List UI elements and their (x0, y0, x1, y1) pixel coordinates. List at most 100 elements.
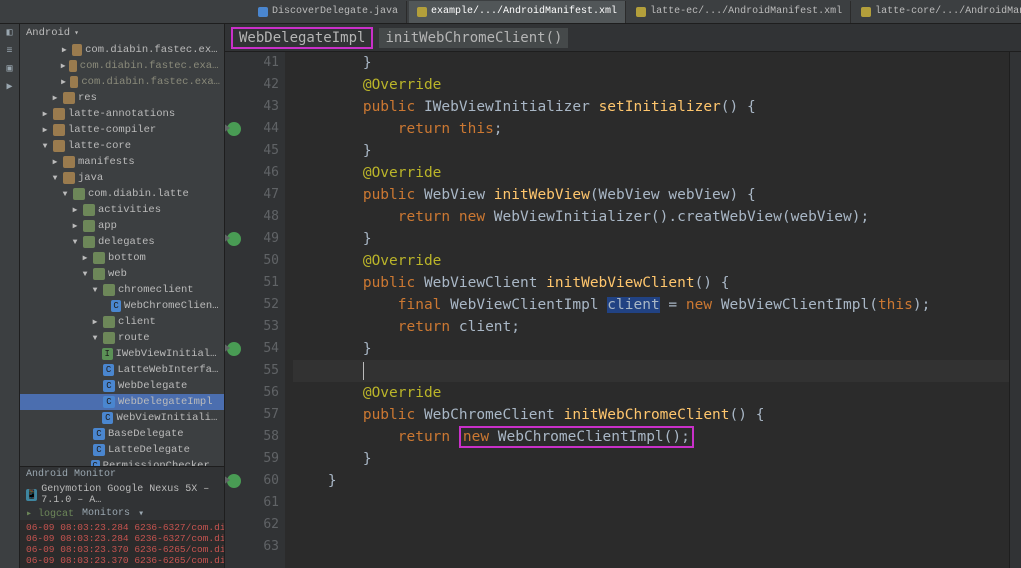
line-number[interactable]: 45 (225, 140, 279, 162)
line-number[interactable]: 41 (225, 52, 279, 74)
editor-tab[interactable]: latte-ec/.../AndroidManifest.xml (628, 1, 851, 23)
tree-twisty-icon[interactable] (90, 317, 100, 327)
project-tree-item[interactable]: bottom (20, 250, 224, 266)
project-tree[interactable]: com.diabin.fastec.examplecom.diabin.fast… (20, 42, 224, 466)
code-line[interactable]: } (293, 338, 1009, 360)
project-tree-item[interactable]: CWebChromeClientImpl (20, 298, 224, 314)
line-number[interactable]: 49 (225, 228, 279, 250)
tree-twisty-icon[interactable] (40, 142, 50, 151)
tree-twisty-icon[interactable] (60, 190, 70, 199)
line-number[interactable]: 60 (225, 470, 279, 492)
editor-tab[interactable]: latte-core/.../AndroidManifest.xml (853, 1, 1021, 23)
breadcrumb-method[interactable]: initWebChromeClient() (379, 28, 568, 48)
line-number[interactable]: 52 (225, 294, 279, 316)
project-tree-item[interactable]: manifests (20, 154, 224, 170)
tree-twisty-icon[interactable] (70, 221, 80, 231)
code-line[interactable]: } (293, 52, 1009, 74)
project-tree-item[interactable]: CLatteWebInterface (20, 362, 224, 378)
code-line[interactable]: return new WebViewInitializer().creatWeb… (293, 206, 1009, 228)
tree-twisty-icon[interactable] (60, 77, 67, 87)
project-tree-item[interactable]: res (20, 90, 224, 106)
line-number[interactable]: 54 (225, 338, 279, 360)
line-number[interactable]: 63 (225, 536, 279, 558)
code-line[interactable]: @Override (293, 162, 1009, 184)
monitors-tab[interactable]: Monitors (82, 508, 130, 520)
project-tree-item[interactable]: java (20, 170, 224, 186)
line-number[interactable]: 62 (225, 514, 279, 536)
project-tree-item[interactable]: latte-core (20, 138, 224, 154)
code-line[interactable]: return this; (293, 118, 1009, 140)
project-tree-item[interactable]: com.diabin.latte (20, 186, 224, 202)
editor-tab[interactable]: DiscoverDelegate.java (250, 1, 407, 23)
project-tool-icon[interactable]: ◧ (4, 28, 16, 40)
line-number[interactable]: 46 (225, 162, 279, 184)
code-line[interactable]: } (293, 140, 1009, 162)
editor-marker-strip[interactable] (1009, 52, 1021, 568)
tree-twisty-icon[interactable] (80, 270, 90, 279)
tree-twisty-icon[interactable] (40, 109, 50, 119)
code-line[interactable]: final WebViewClientImpl client = new Web… (293, 294, 1009, 316)
line-number[interactable]: 59 (225, 448, 279, 470)
tree-twisty-icon[interactable] (60, 61, 66, 71)
tree-twisty-icon[interactable] (80, 253, 90, 263)
editor-gutter[interactable]: 4142434445464748495051525354555657585960… (225, 52, 285, 568)
logcat-tab[interactable]: ▸ logcat (26, 508, 74, 520)
line-number[interactable]: 51 (225, 272, 279, 294)
code-line[interactable]: return client; (293, 316, 1009, 338)
project-tree-item[interactable]: CWebViewInitializer (20, 410, 224, 426)
project-tree-item[interactable]: CWebDelegateImpl (20, 394, 224, 410)
line-number[interactable]: 48 (225, 206, 279, 228)
code-line[interactable]: @Override (293, 74, 1009, 96)
logcat-output[interactable]: 06-09 08:03:23.284 6236-6327/com.dia06-0… (20, 520, 224, 568)
project-tree-item[interactable]: com.diabin.fastec.example (androidTe (20, 58, 224, 74)
tree-twisty-icon[interactable] (50, 174, 60, 183)
tree-twisty-icon[interactable] (50, 157, 60, 167)
tree-twisty-icon[interactable] (70, 205, 80, 215)
device-selector[interactable]: 📱 Genymotion Google Nexus 5X – 7.1.0 – A… (20, 482, 224, 508)
project-tree-item[interactable]: com.diabin.fastec.example (test) (20, 74, 224, 90)
run-tool-icon[interactable]: ▶ (4, 82, 16, 94)
code-editor[interactable]: 4142434445464748495051525354555657585960… (225, 52, 1021, 568)
project-tree-item[interactable]: com.diabin.fastec.example (20, 42, 224, 58)
editor-code-area[interactable]: } @Override public IWebViewInitializer s… (285, 52, 1009, 568)
code-line[interactable]: public WebView initWebView(WebView webVi… (293, 184, 1009, 206)
project-tree-item[interactable]: CLatteDelegate (20, 442, 224, 458)
code-line[interactable]: public WebViewClient initWebViewClient()… (293, 272, 1009, 294)
project-tree-item[interactable]: activities (20, 202, 224, 218)
project-tree-item[interactable]: CBaseDelegate (20, 426, 224, 442)
line-number[interactable]: 55 (225, 360, 279, 382)
line-number[interactable]: 47 (225, 184, 279, 206)
tree-twisty-icon[interactable] (50, 93, 60, 103)
code-line[interactable]: } (293, 228, 1009, 250)
tree-twisty-icon[interactable] (90, 334, 100, 343)
line-number[interactable]: 58 (225, 426, 279, 448)
structure-tool-icon[interactable]: ≡ (4, 46, 16, 58)
project-tree-item[interactable]: latte-annotations (20, 106, 224, 122)
line-number[interactable]: 53 (225, 316, 279, 338)
project-tree-item[interactable]: app (20, 218, 224, 234)
project-tree-item[interactable]: CPermissionCheckerDelegate (20, 458, 224, 466)
breadcrumb-class[interactable]: WebDelegateImpl (231, 27, 373, 49)
line-number[interactable]: 44 (225, 118, 279, 140)
code-line[interactable]: public IWebViewInitializer setInitialize… (293, 96, 1009, 118)
code-line[interactable]: public WebChromeClient initWebChromeClie… (293, 404, 1009, 426)
code-line[interactable]: } (293, 470, 1009, 492)
project-header[interactable]: Android ▾ (20, 24, 224, 42)
line-number[interactable]: 50 (225, 250, 279, 272)
line-number[interactable]: 56 (225, 382, 279, 404)
tree-twisty-icon[interactable] (90, 286, 100, 295)
project-tree-item[interactable]: latte-compiler (20, 122, 224, 138)
code-line[interactable]: @Override (293, 250, 1009, 272)
build-tool-icon[interactable]: ▣ (4, 64, 16, 76)
project-tree-item[interactable]: CWebDelegate (20, 378, 224, 394)
line-number[interactable]: 42 (225, 74, 279, 96)
tree-twisty-icon[interactable] (60, 45, 69, 55)
project-tree-item[interactable]: route (20, 330, 224, 346)
code-line[interactable]: @Override (293, 382, 1009, 404)
code-line[interactable]: } (293, 448, 1009, 470)
tree-twisty-icon[interactable] (40, 125, 50, 135)
line-number[interactable]: 43 (225, 96, 279, 118)
code-line[interactable]: return new WebChromeClientImpl(); (293, 426, 1009, 448)
line-number[interactable]: 61 (225, 492, 279, 514)
project-tree-item[interactable]: web (20, 266, 224, 282)
